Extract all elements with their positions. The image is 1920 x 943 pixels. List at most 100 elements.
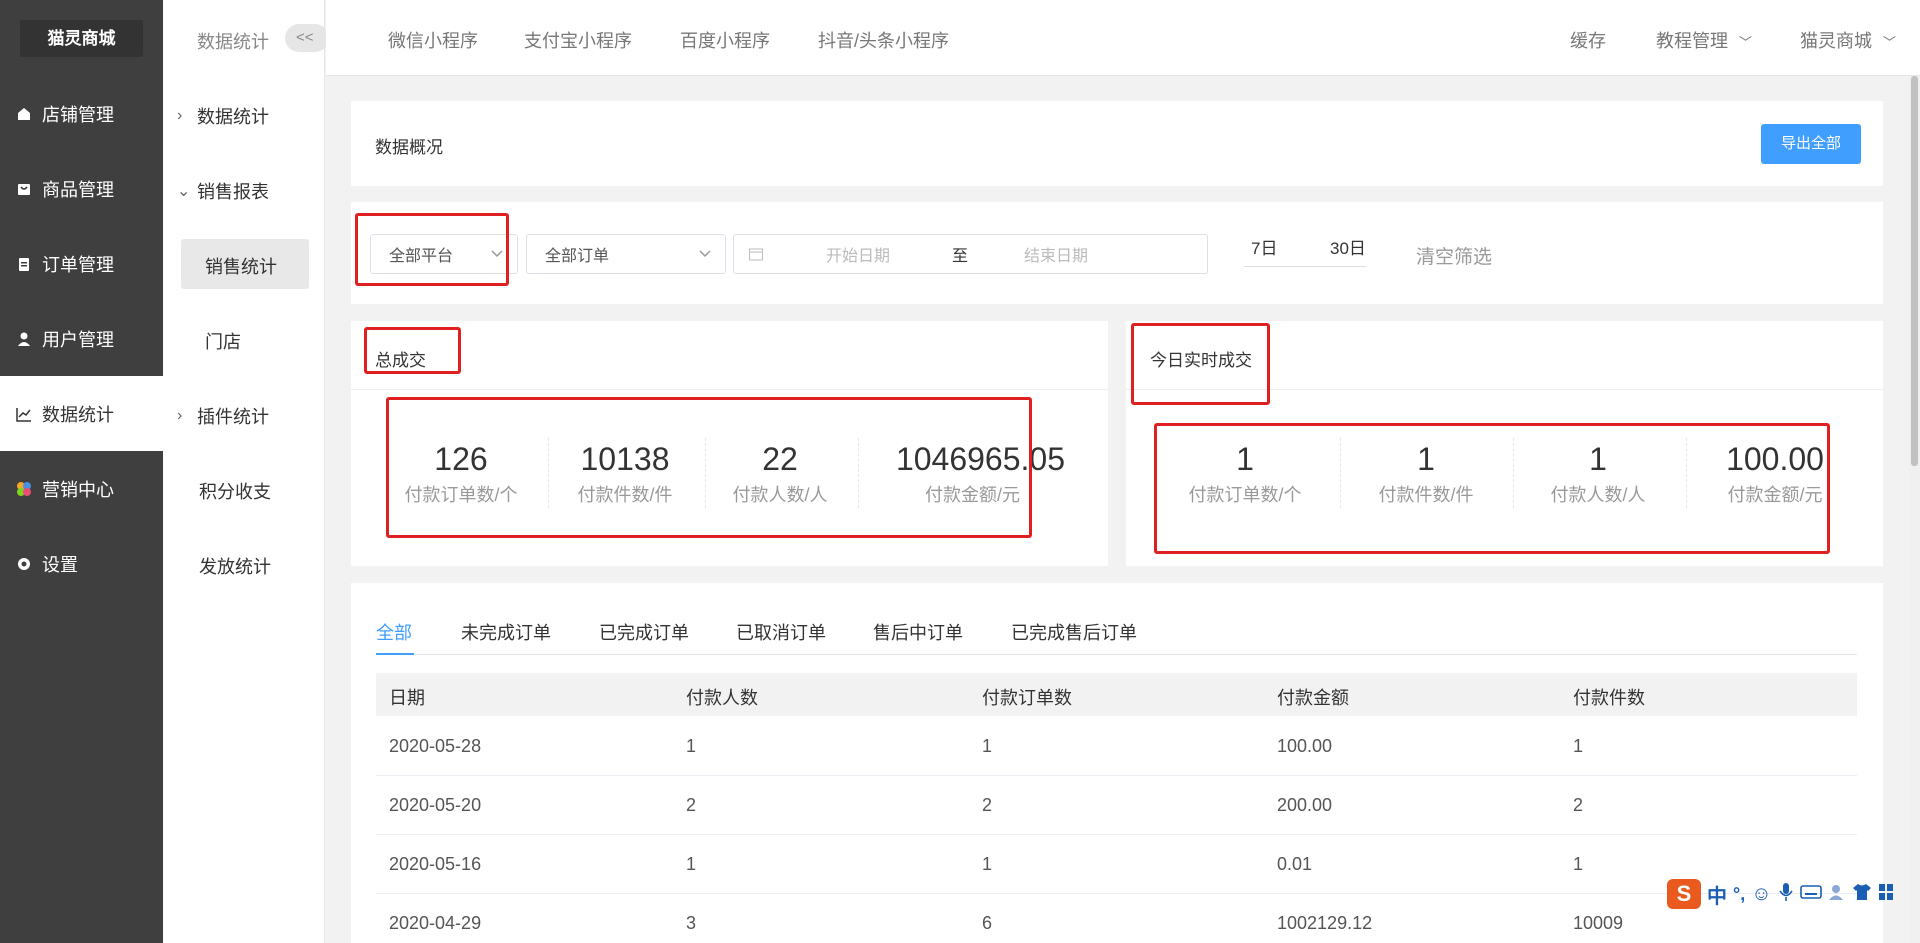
toolbox-icon[interactable]	[1878, 883, 1894, 906]
sub-item-issue-stats[interactable]: 发放统计	[199, 553, 271, 579]
stat-value: 10138	[580, 441, 670, 477]
stat-value: 1046965.05	[895, 441, 1065, 477]
bag-icon	[14, 179, 34, 199]
sub-item-points[interactable]: 积分收支	[199, 478, 271, 504]
divider	[858, 438, 859, 508]
total-title: 总成交	[375, 351, 426, 370]
tab-cancelled[interactable]: 已取消订单	[736, 619, 826, 645]
tab-douyin[interactable]: 抖音/头条小程序	[818, 27, 949, 53]
tab-unfinished[interactable]: 未完成订单	[461, 619, 551, 645]
chevron-down-icon	[699, 250, 711, 258]
nav-item-store[interactable]: 店铺管理	[0, 76, 163, 151]
stat-value: 1	[1236, 441, 1254, 477]
sogou-logo-icon: S	[1667, 879, 1701, 909]
table-cell: 2020-05-28	[389, 736, 482, 756]
table-cell: 2020-04-29	[389, 913, 482, 933]
sub-item-plugin-stats[interactable]: › 插件统计	[177, 403, 269, 429]
tab-aftersale-done[interactable]: 已完成售后订单	[1011, 619, 1137, 645]
microphone-icon[interactable]	[1778, 882, 1794, 907]
nav-item-statistics[interactable]: 数据统计	[0, 376, 163, 451]
start-date-input[interactable]: 开始日期	[826, 242, 890, 266]
user-settings-icon[interactable]	[1828, 883, 1846, 906]
table-cell: 1	[982, 736, 993, 756]
top-header: 微信小程序 支付宝小程序 百度小程序 抖音/头条小程序 缓存 教程管理 ﹀ 猫灵…	[326, 0, 1920, 76]
stat-label: 付款件数/件	[577, 485, 673, 505]
divider	[1686, 438, 1687, 508]
tab-aftersale[interactable]: 售后中订单	[873, 619, 963, 645]
nav-item-goods[interactable]: 商品管理	[0, 151, 163, 226]
scroll-thumb[interactable]	[1911, 76, 1918, 466]
nav-item-label: 用户管理	[42, 329, 114, 350]
column-header-amount: 付款金额	[1277, 688, 1349, 708]
sub-item-sales-stats[interactable]: 销售统计	[205, 253, 277, 279]
collapse-button[interactable]: <<	[285, 24, 329, 52]
quick-date-underline	[1244, 266, 1366, 267]
tab-finished[interactable]: 已完成订单	[599, 619, 689, 645]
ime-language[interactable]: 中	[1707, 880, 1727, 909]
table-cell: 0.01	[1277, 854, 1313, 874]
nav-item-marketing[interactable]: 营销中心	[0, 451, 163, 526]
divider	[1340, 438, 1341, 508]
gear-icon	[14, 554, 34, 574]
chart-icon	[14, 404, 34, 424]
nav-item-label: 营销中心	[42, 479, 114, 500]
store-menu[interactable]: 猫灵商城 ﹀	[1800, 27, 1896, 53]
nav-item-label: 商品管理	[42, 179, 114, 200]
stat-value: 126	[434, 441, 488, 477]
export-all-button[interactable]: 导出全部	[1761, 124, 1861, 164]
ime-toolbar[interactable]: S 中 °, ☺	[1663, 876, 1913, 912]
table-cell: 2	[686, 795, 697, 815]
tutorial-menu[interactable]: 教程管理 ﹀	[1656, 27, 1752, 53]
keyboard-icon[interactable]	[1799, 884, 1822, 905]
date-separator: 至	[952, 248, 969, 265]
divider	[351, 389, 1108, 390]
cache-link[interactable]: 缓存	[1570, 27, 1606, 53]
clear-filters-button[interactable]: 清空筛选	[1416, 242, 1492, 269]
nav-item-users[interactable]: 用户管理	[0, 301, 163, 376]
table-cell: 2020-05-16	[389, 854, 482, 874]
quick-7-days[interactable]: 7日	[1251, 234, 1277, 259]
sub-item-data-stats[interactable]: › 数据统计	[177, 103, 269, 129]
emoji-icon[interactable]: ☺	[1751, 883, 1771, 906]
logo[interactable]: 猫灵商城	[20, 20, 143, 57]
page-scrollbar[interactable]	[1909, 76, 1920, 943]
marketing-icon	[14, 479, 34, 499]
tab-all[interactable]: 全部	[376, 619, 412, 645]
store-icon	[14, 104, 34, 124]
table-cell: 1	[982, 854, 993, 874]
shirt-skin-icon[interactable]	[1852, 883, 1872, 906]
overview-card: 数据概况 导出全部	[351, 101, 1883, 186]
sub-item-sales-report[interactable]: ⌄ 销售报表	[177, 178, 269, 204]
table-cell: 6	[982, 913, 993, 933]
row-divider	[376, 893, 1857, 894]
platform-select[interactable]: 全部平台	[370, 234, 518, 274]
stat-label: 付款订单数/个	[1188, 485, 1302, 505]
table-cell: 1	[686, 736, 697, 756]
main-sidebar: 猫灵商城 店铺管理 商品管理 订单管理 用户管理 数据统计 营销中心 设置	[0, 0, 163, 943]
date-range-picker[interactable]: 开始日期 至 结束日期	[733, 234, 1208, 274]
chevron-down-icon: ⌄	[177, 183, 191, 200]
end-date-input[interactable]: 结束日期	[1024, 242, 1088, 266]
stat-label: 付款件数/件	[1378, 485, 1474, 505]
tab-active-indicator	[376, 653, 414, 655]
chevron-right-icon: ›	[177, 407, 183, 424]
stat-label: 付款订单数/个	[404, 485, 518, 505]
quick-30-days[interactable]: 30日	[1330, 234, 1366, 259]
ime-punctuation[interactable]: °,	[1733, 884, 1745, 905]
table-cell: 2	[1573, 795, 1584, 815]
tab-wechat[interactable]: 微信小程序	[388, 27, 478, 53]
nav-item-label: 订单管理	[42, 254, 114, 275]
tab-alipay[interactable]: 支付宝小程序	[524, 27, 632, 53]
nav-item-orders[interactable]: 订单管理	[0, 226, 163, 301]
nav-item-settings[interactable]: 设置	[0, 526, 163, 601]
chevron-down-icon: ﹀	[1883, 35, 1897, 50]
sub-item-store[interactable]: 门店	[205, 328, 241, 354]
tab-baidu[interactable]: 百度小程序	[680, 27, 770, 53]
order-type-select[interactable]: 全部订单	[526, 234, 726, 274]
table-cell: 200.00	[1277, 795, 1333, 815]
table-cell: 1	[686, 854, 697, 874]
tabs-divider	[376, 654, 1857, 655]
table-cell: 2020-05-20	[389, 795, 482, 815]
stat-label: 付款金额/元	[924, 485, 1020, 505]
table-cell: 10009	[1573, 913, 1624, 933]
